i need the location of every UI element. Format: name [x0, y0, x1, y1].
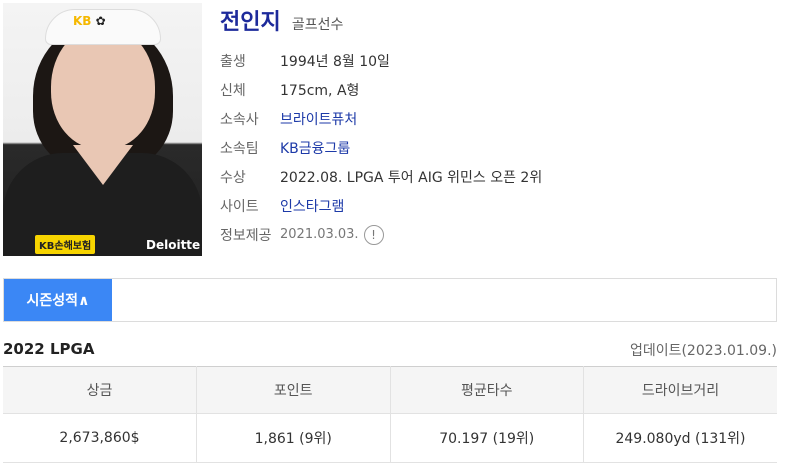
cell-drive-distance: 249.080yd (131위): [583, 413, 777, 463]
column-header-drive-distance: 드라이브거리: [583, 366, 777, 414]
info-row-team: 소속팀 KB금융그룹: [220, 133, 542, 162]
info-value: 2022.08. LPGA 투어 AIG 위민스 오픈 2위: [280, 169, 543, 186]
info-label: 소속사: [220, 111, 259, 128]
info-value: 175cm, A형: [280, 82, 360, 99]
table-header-row: 상금 포인트 평균타수 드라이브거리: [3, 366, 777, 414]
info-label: 출생: [220, 53, 246, 70]
column-header-avg-score: 평균타수: [389, 366, 584, 414]
cell-avg-score: 70.197 (19위): [389, 413, 584, 463]
info-icon[interactable]: !: [363, 224, 384, 245]
tab-season-stats[interactable]: 시즌성적∧: [4, 279, 112, 321]
table-row: 2,673,860$ 1,861 (9위) 70.197 (19위) 249.0…: [3, 413, 777, 463]
person-job: 골프선수: [291, 17, 344, 33]
league-title: 2022 LPGA: [3, 340, 95, 358]
team-link[interactable]: KB금융그룹: [280, 138, 350, 158]
shirt-sponsor: Deloitte: [146, 238, 201, 252]
info-label: 정보제공: [220, 227, 272, 244]
info-label: 수상: [220, 169, 246, 186]
person-name[interactable]: 전인지: [220, 10, 281, 35]
info-label: 신체: [220, 82, 246, 99]
info-value: 1994년 8월 10일: [280, 53, 390, 70]
column-header-points: 포인트: [196, 366, 391, 414]
profile-photo: KB ✿ KB손해보험 Deloitte: [3, 3, 202, 256]
info-row-body: 신체 175cm, A형: [220, 75, 542, 104]
shirt-patch: KB손해보험: [35, 235, 96, 254]
cell-points: 1,861 (9위): [196, 413, 391, 463]
source-date: 2021.03.03.: [280, 227, 359, 242]
column-header-prize: 상금: [3, 366, 197, 414]
cell-prize: 2,673,860$: [3, 413, 197, 463]
season-tab-bar: 시즌성적∧: [3, 278, 777, 322]
instagram-link[interactable]: 인스타그램: [280, 196, 344, 216]
info-label: 사이트: [220, 198, 259, 215]
agency-link[interactable]: 브라이트퓨처: [280, 109, 357, 129]
update-date: 업데이트(2023.01.09.): [629, 343, 777, 359]
info-label: 소속팀: [220, 140, 259, 157]
profile-info: 출생 1994년 8월 10일 신체 175cm, A형 소속사 브라이트퓨처 …: [220, 46, 542, 249]
season-stats-table: 상금 포인트 평균타수 드라이브거리 2,673,860$ 1,861 (9위)…: [3, 366, 777, 463]
info-row-agency: 소속사 브라이트퓨처: [220, 104, 542, 133]
info-row-source: 정보제공 2021.03.03. !: [220, 220, 542, 249]
info-row-birth: 출생 1994년 8월 10일: [220, 46, 542, 75]
visor-logo: KB ✿: [73, 14, 106, 28]
info-row-award: 수상 2022.08. LPGA 투어 AIG 위민스 오픈 2위: [220, 162, 542, 191]
name-row: 전인지 골프선수: [220, 4, 343, 36]
info-row-site: 사이트 인스타그램: [220, 191, 542, 220]
